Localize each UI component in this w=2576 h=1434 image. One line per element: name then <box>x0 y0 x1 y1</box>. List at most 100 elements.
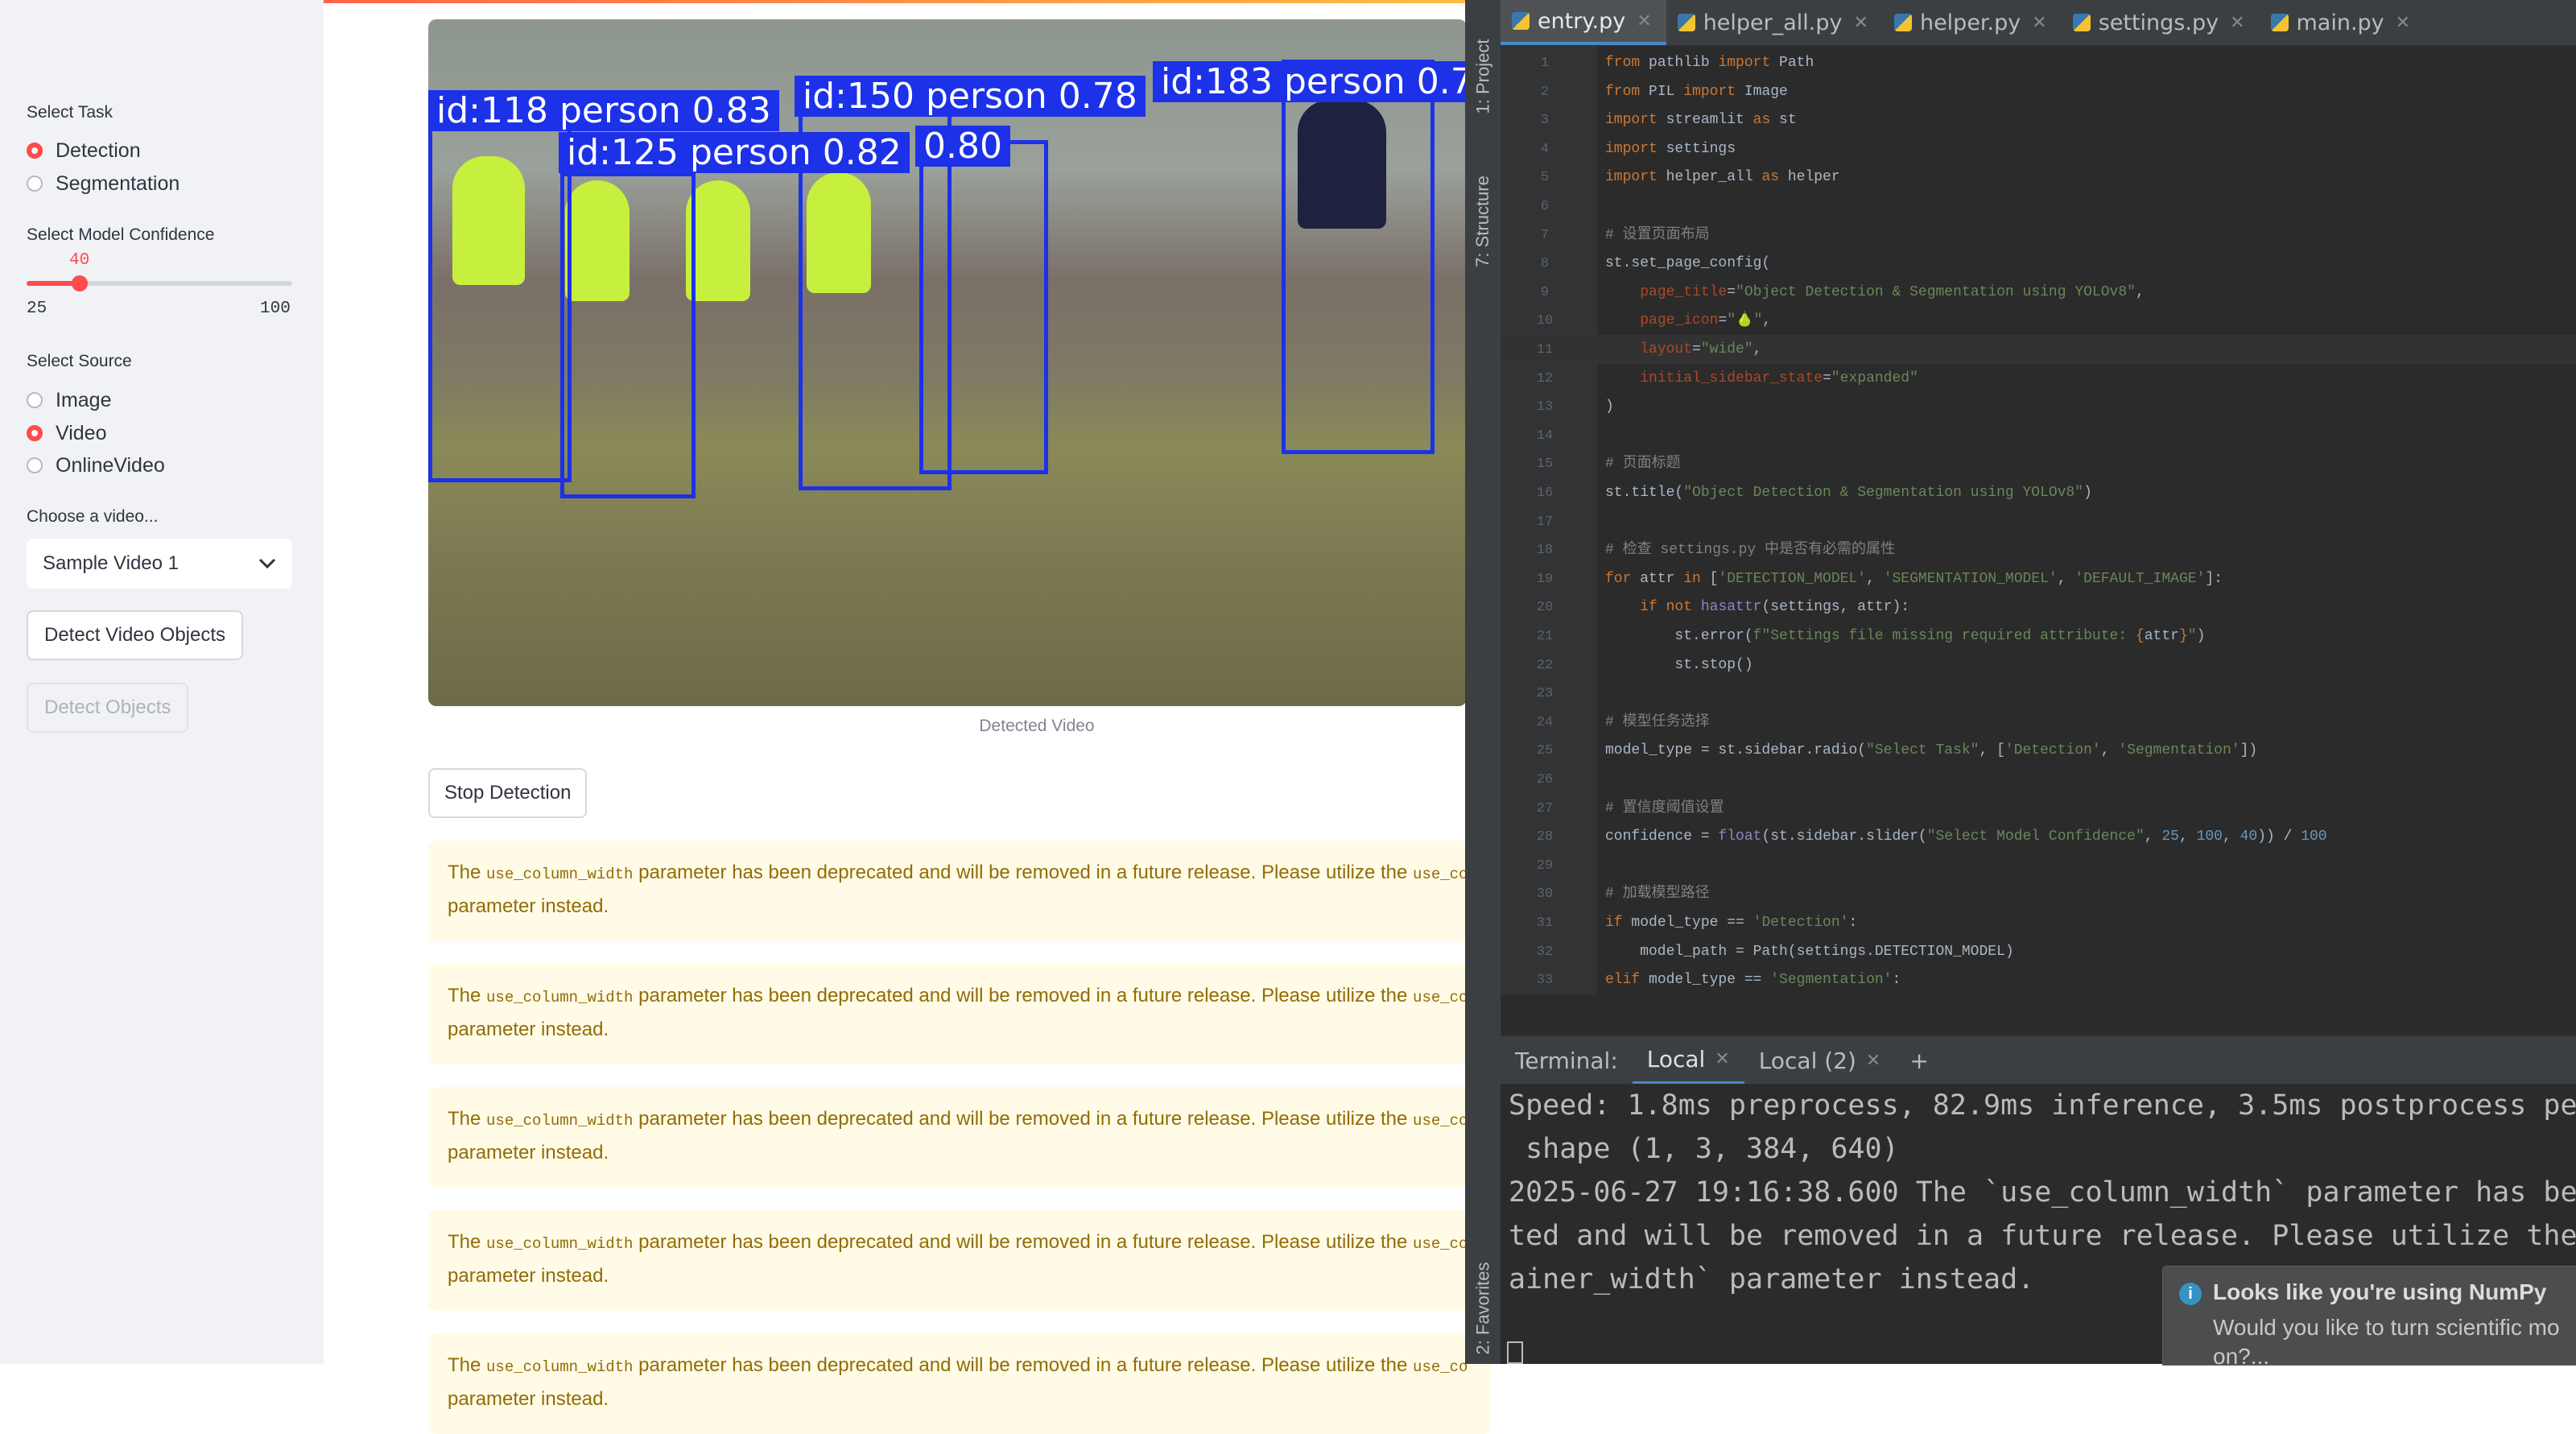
line-number: 19 <box>1536 571 1554 587</box>
editor-tab[interactable]: helper_all.py ✕ <box>1666 0 1883 45</box>
editor-tab[interactable]: entry.py ✕ <box>1501 0 1666 45</box>
line-number: 8 <box>1540 256 1550 272</box>
code-line: 28 confidence = float(st.sidebar.slider("… <box>1501 822 2576 851</box>
line-number: 15 <box>1536 457 1554 473</box>
code-line: 26 <box>1501 765 2576 794</box>
radio-unselected-icon <box>27 176 43 192</box>
code-line: 20 if not hasattr(settings, attr): <box>1501 593 2576 622</box>
detection-label: 0.80 <box>915 126 1010 167</box>
line-number: 26 <box>1536 772 1554 787</box>
close-icon: ✕ <box>1865 1050 1881 1071</box>
code-line: 15 # 页面标题 <box>1501 449 2576 478</box>
radio-detection[interactable]: Detection <box>27 134 141 167</box>
line-number: 7 <box>1540 227 1550 243</box>
code-line: 24 # 模型任务选择 <box>1501 708 2576 737</box>
line-number: 11 <box>1536 342 1554 357</box>
line-number: 27 <box>1536 800 1554 816</box>
line-number: 30 <box>1536 886 1554 903</box>
python-file-icon <box>1512 12 1530 30</box>
add-terminal-button[interactable]: + <box>1895 1036 1942 1085</box>
code-line: 32 model_path = Path(settings.DETECTION_… <box>1501 937 2576 966</box>
close-icon[interactable]: ✕ <box>2032 13 2046 33</box>
python-file-icon <box>2270 14 2289 31</box>
chevron-down-icon <box>258 558 276 569</box>
code-line: 8 st.set_page_config( <box>1501 249 2576 278</box>
slider-thumb[interactable] <box>72 275 88 291</box>
code-line: 14 <box>1501 421 2576 450</box>
sidebar: Select Task Detection Segmentation Selec… <box>0 0 324 1364</box>
line-number: 16 <box>1536 486 1554 501</box>
editor-tab[interactable]: main.py ✕ <box>2260 0 2425 45</box>
line-number: 14 <box>1536 428 1554 444</box>
radio-onlinevideo[interactable]: OnlineVideo <box>27 449 165 481</box>
confidence-slider[interactable] <box>27 275 292 291</box>
line-number: 1 <box>1540 56 1550 71</box>
code-line: 22 st.stop() <box>1501 651 2576 680</box>
line-number: 31 <box>1536 915 1554 931</box>
code-line: 1 from pathlib import Path <box>1501 48 2576 77</box>
line-number: 2 <box>1540 84 1550 100</box>
stop-detection-button[interactable]: Stop Detection <box>428 768 588 818</box>
task-label: Select Task <box>27 103 113 122</box>
code-line: 11 layout="wide", <box>1501 335 2576 364</box>
editor-tab[interactable]: helper.py ✕ <box>1883 0 2062 45</box>
slider-max: 100 <box>260 300 291 318</box>
line-number: 20 <box>1536 600 1554 616</box>
code-editor[interactable]: 1 from pathlib import Path 2 from PIL impor… <box>1501 45 2576 995</box>
code-line: 2 from PIL import Image <box>1501 77 2576 106</box>
radio-selected-icon <box>27 425 43 441</box>
line-number: 5 <box>1540 170 1550 186</box>
line-number: 6 <box>1540 199 1550 214</box>
numpy-notification[interactable]: i Looks like you're using NumPy Would yo… <box>2162 1266 2576 1369</box>
code-line: 7 # 设置页面布局 <box>1501 221 2576 250</box>
line-number: 28 <box>1536 829 1554 845</box>
detection-box <box>428 92 572 482</box>
code-line: 25 model_type = st.sidebar.radio("Select … <box>1501 736 2576 765</box>
detect-video-objects-button[interactable]: Detect Video Objects <box>27 610 244 660</box>
tool-tab-structure[interactable]: 7: Structure <box>1465 153 1501 290</box>
terminal-header: Terminal: Local ✕ Local (2) ✕ + <box>1501 1035 2576 1085</box>
deprecation-warning: The use_column_width parameter has been … <box>428 841 1491 941</box>
code-line: 6 <box>1501 192 2576 221</box>
editor-tab-bar: entry.py ✕ helper_all.py ✕ helper.py ✕ setting… <box>1501 0 2576 46</box>
close-icon[interactable]: ✕ <box>1637 11 1651 31</box>
python-file-icon <box>1677 14 1695 31</box>
detect-objects-button[interactable]: Detect Objects <box>27 683 189 733</box>
code-line: 3 import streamlit as st <box>1501 105 2576 134</box>
line-number: 33 <box>1536 973 1554 989</box>
radio-unselected-icon <box>27 392 43 408</box>
close-icon: ✕ <box>1715 1048 1730 1069</box>
line-number: 18 <box>1536 543 1554 559</box>
tool-tab-project[interactable]: 1: Project <box>1465 8 1501 145</box>
close-icon[interactable]: ✕ <box>1854 13 1868 33</box>
info-icon: i <box>2179 1283 2202 1305</box>
line-number: 23 <box>1536 686 1554 702</box>
detection-box <box>560 172 696 498</box>
tool-tab-favorites[interactable]: 2: Favorites <box>1465 1240 1501 1377</box>
detection-label: id:125 person 0.82 <box>559 132 910 173</box>
detected-video-frame: id:118 person 0.83 id:125 person 0.82 id… <box>428 19 1467 706</box>
terminal-tab-local-2[interactable]: Local (2) ✕ <box>1744 1036 1896 1085</box>
line-number: 22 <box>1536 657 1554 673</box>
line-number: 3 <box>1540 113 1550 129</box>
close-icon[interactable]: ✕ <box>2396 13 2410 33</box>
radio-image[interactable]: Image <box>27 384 111 416</box>
radio-video[interactable]: Video <box>27 417 107 449</box>
terminal-tab-local[interactable]: Local ✕ <box>1632 1036 1744 1085</box>
radio-segmentation[interactable]: Segmentation <box>27 167 180 200</box>
code-line: 33 elif model_type == 'Segmentation': <box>1501 965 2576 994</box>
line-number: 4 <box>1540 141 1550 157</box>
deprecation-warning: The use_column_width parameter has been … <box>428 1333 1491 1434</box>
slider-min: 25 <box>27 300 47 318</box>
code-line: 27 # 置信度阈值设置 <box>1501 794 2576 823</box>
detection-box <box>919 140 1048 474</box>
ide-tool-strip: 1: Project 7: Structure 2: Favorites <box>1465 0 1501 1364</box>
editor-tab[interactable]: settings.py ✕ <box>2062 0 2260 45</box>
line-number: 13 <box>1536 399 1554 415</box>
code-line: 4 import settings <box>1501 134 2576 163</box>
video-select[interactable]: Sample Video 1 <box>27 539 292 589</box>
close-icon[interactable]: ✕ <box>2230 13 2244 33</box>
terminal-title: Terminal: <box>1515 1047 1618 1074</box>
deprecation-warning: The use_column_width parameter has been … <box>428 1210 1491 1311</box>
line-number: 9 <box>1540 284 1550 300</box>
